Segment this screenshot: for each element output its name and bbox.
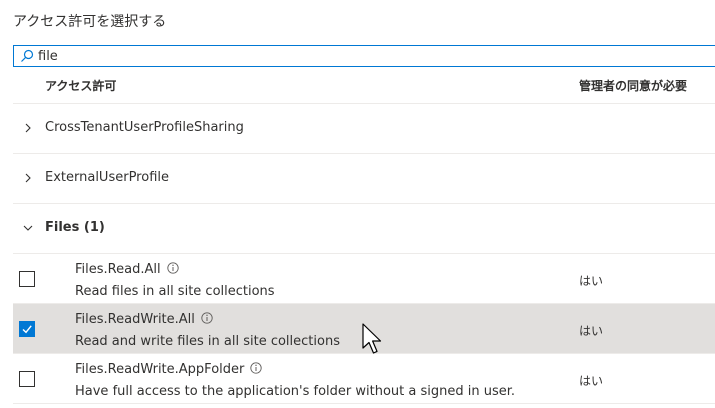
panel-title: アクセス許可を選択する [13, 14, 167, 30]
search-box[interactable] [13, 45, 715, 67]
chevron-down-icon [23, 225, 33, 231]
permission-row-files-readwrite-appfolder[interactable]: Files.ReadWrite.AppFolder Have full acce… [13, 354, 715, 404]
search-icon [21, 49, 34, 62]
info-icon[interactable] [166, 262, 179, 274]
admin-consent-value: はい [579, 324, 604, 338]
admin-consent-value: はい [579, 374, 604, 388]
group-row-crosstenantuserprofilesharing[interactable]: CrossTenantUserProfileSharing [13, 104, 715, 154]
permission-description: Have full access to the application's fo… [75, 384, 516, 399]
permission-description: Read and write files in all site collect… [75, 334, 340, 349]
permission-checkbox-checked[interactable] [19, 321, 35, 337]
permission-description: Read files in all site collections [75, 284, 275, 299]
group-label: ExternalUserProfile [45, 170, 169, 185]
chevron-right-icon [25, 173, 31, 183]
mouse-cursor-icon [362, 323, 382, 354]
column-header-permission[interactable]: アクセス許可 [45, 77, 116, 94]
permission-name-container: Files.ReadWrite.AppFolder [75, 362, 263, 377]
group-label: Files (1) [45, 220, 105, 235]
info-icon[interactable] [250, 362, 263, 374]
info-icon[interactable] [201, 312, 213, 324]
column-header-admin-consent[interactable]: 管理者の同意が必要 [579, 77, 687, 94]
admin-consent-value: はい [579, 274, 604, 288]
group-row-externaluserprofile[interactable]: ExternalUserProfile [13, 154, 715, 204]
permission-name-container: Files.ReadWrite.All [75, 312, 213, 327]
checkmark-icon [22, 325, 32, 334]
permission-name-container: Files.Read.All [75, 262, 179, 277]
permission-name: Files.ReadWrite.AppFolder [75, 362, 245, 377]
permission-checkbox[interactable] [19, 371, 35, 387]
permission-name: Files.Read.All [75, 262, 161, 277]
search-input[interactable] [38, 47, 638, 65]
divider [13, 403, 715, 404]
permission-checkbox[interactable] [19, 271, 35, 287]
permission-name: Files.ReadWrite.All [75, 312, 195, 327]
permission-row-files-read-all[interactable]: Files.Read.All Read files in all site co… [13, 254, 715, 304]
chevron-right-icon [25, 123, 31, 133]
group-label: CrossTenantUserProfileSharing [45, 120, 244, 135]
group-row-files[interactable]: Files (1) [13, 204, 715, 254]
